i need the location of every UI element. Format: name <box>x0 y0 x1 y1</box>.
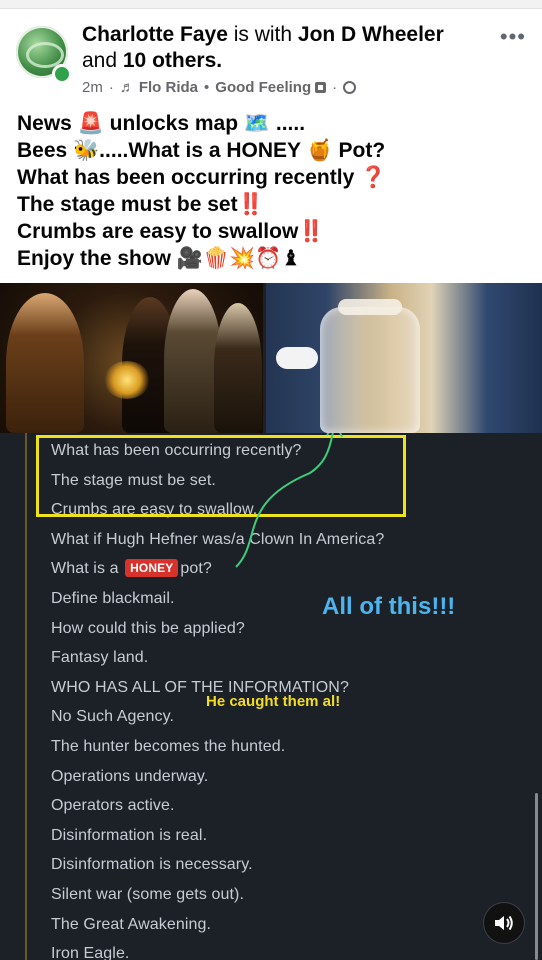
post-text-line: Crumbs are easy to swallow‼️ <box>17 220 325 243</box>
annotation-caught: He caught them al! <box>206 693 341 710</box>
jar-lid-shape <box>338 299 402 315</box>
collage-image-right <box>266 283 542 433</box>
sound-toggle-button[interactable] <box>484 903 524 943</box>
post-header: Charlotte Faye is with Jon D Wheeler and… <box>0 8 542 106</box>
author-name[interactable]: Charlotte Faye <box>82 23 228 46</box>
embedded-screenshot: What has been occurring recently? The st… <box>0 433 542 960</box>
collage-image-left <box>0 283 263 433</box>
annotation-all-of-this: All of this!!! <box>322 593 456 620</box>
globe-icon[interactable] <box>343 81 357 94</box>
song-title[interactable]: Good Feeling <box>215 79 311 96</box>
post-time[interactable]: 2m <box>82 79 103 96</box>
and-text: and <box>82 49 123 72</box>
meta-separator: · <box>332 79 338 96</box>
post-text: News 🚨 unlocks map 🗺️ ..... Bees 🐝.....W… <box>17 110 532 272</box>
speaker-icon <box>495 915 513 931</box>
post-media[interactable]: What has been occurring recently? The st… <box>0 283 542 960</box>
post-text-line: Bees 🐝.....What is a HONEY 🍯 Pot? <box>17 139 386 162</box>
others-link[interactable]: 10 others <box>123 49 216 72</box>
post-text-line: Enjoy the show 🎥🍿💥⏰♝ <box>17 247 301 270</box>
post-author-line: Charlotte Faye is with Jon D Wheeler and… <box>82 22 472 74</box>
post-text-line: The stage must be set‼️ <box>17 193 264 216</box>
tagged-user[interactable]: Jon D Wheeler <box>298 23 444 46</box>
with-text: is with <box>227 23 298 46</box>
glove-shape <box>276 347 318 369</box>
figure-shape <box>6 293 84 433</box>
period-text: . <box>216 49 223 72</box>
meta-separator: • <box>204 79 210 96</box>
explicit-icon <box>315 82 327 93</box>
honey-glow <box>104 361 150 399</box>
more-options-button[interactable]: ••• <box>500 24 526 50</box>
post-text-line: What has been occurring recently ❓ <box>17 166 387 189</box>
music-note-icon: ♬ <box>119 79 135 96</box>
scrollbar[interactable] <box>535 793 538 960</box>
post-meta: 2m · ♬ Flo Rida • Good Feeling · <box>82 79 357 96</box>
online-status-icon <box>52 64 72 84</box>
honey-jar-shape <box>320 307 420 433</box>
post-text-line: News 🚨 unlocks map 🗺️ ..... <box>17 112 306 135</box>
song-artist[interactable]: Flo Rida <box>139 79 198 96</box>
figure-shape <box>214 303 262 433</box>
meta-separator: · <box>108 79 114 96</box>
